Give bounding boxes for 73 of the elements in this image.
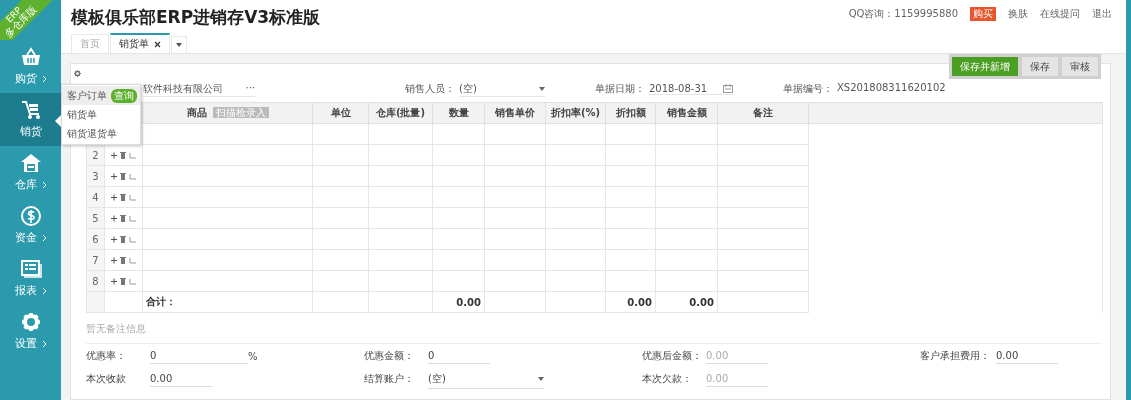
- more-button[interactable]: ···: [245, 81, 255, 96]
- table-cell: 6: [86, 228, 105, 250]
- nav-item[interactable]: 仓库: [0, 146, 61, 199]
- table-cell: 5: [86, 207, 105, 229]
- select-value: (空): [428, 371, 446, 386]
- nav-label: 资金: [14, 230, 37, 245]
- menu-label: 客户订单: [67, 88, 107, 103]
- menu-item[interactable]: 销货退货单: [62, 124, 140, 143]
- field-label: 优惠金额：: [364, 349, 415, 363]
- menu-item[interactable]: 客户订单 查询: [62, 86, 140, 105]
- column-header: 折扣率(%): [550, 107, 601, 118]
- menu-item[interactable]: 销货单: [62, 105, 140, 124]
- date-field[interactable]: 2018-08-31: [649, 83, 733, 95]
- action-button[interactable]: 保存: [1022, 57, 1058, 76]
- field-label: 优惠后金额：: [642, 349, 703, 363]
- nav-item[interactable]: 销货: [0, 93, 61, 146]
- field-label: 单据日期：: [595, 82, 645, 96]
- column-header: 单位: [330, 107, 351, 118]
- qq-contact: QQ咨询：1159995880: [848, 7, 958, 21]
- field-label: 本次收款: [86, 372, 127, 386]
- input-field[interactable]: 0: [150, 348, 248, 364]
- menu-label: 销货退货单: [67, 126, 117, 141]
- input-field[interactable]: 0.00: [996, 348, 1058, 364]
- header-link[interactable]: 换肤: [1008, 7, 1028, 21]
- table-cell: 8: [86, 270, 105, 292]
- nav-item[interactable]: 购货: [0, 40, 61, 93]
- field-label: 客户承担费用：: [920, 349, 991, 363]
- input-field[interactable]: 0: [428, 348, 490, 364]
- nav-item[interactable]: 设置: [0, 305, 61, 358]
- salesperson-select[interactable]: (空): [459, 81, 545, 97]
- nav-label: 报表: [14, 283, 37, 298]
- table-cell: 0.00: [432, 291, 485, 313]
- menu-label: 销货单: [67, 107, 97, 122]
- buy-badge[interactable]: 购买: [970, 7, 996, 21]
- column-header: 折扣额: [615, 107, 646, 118]
- table-cell: 0.00: [605, 291, 656, 313]
- field-label: 本次欠款：: [642, 372, 693, 386]
- table-cell: 合计：: [142, 291, 313, 313]
- column-header: 销售金额: [666, 107, 707, 118]
- input-field[interactable]: 0.00: [150, 371, 212, 387]
- tab[interactable]: 销货单: [110, 33, 170, 53]
- field-label: 优惠率：: [86, 349, 127, 363]
- nav-item[interactable]: 资金: [0, 199, 61, 252]
- unit-label: %: [248, 350, 258, 362]
- account-select[interactable]: (空): [428, 369, 544, 389]
- column-header: 仓库(批量): [375, 107, 426, 118]
- column-header: 备注: [753, 107, 773, 118]
- table-cell: 7: [86, 249, 105, 271]
- customer-field[interactable]: 软件科技有限公司 ···: [143, 81, 255, 97]
- table-cell: 4: [86, 186, 105, 208]
- nav-item[interactable]: 报表: [0, 252, 61, 305]
- document-number: XS201808311620102: [837, 82, 946, 95]
- nav-label: 销货: [19, 124, 42, 139]
- column-header: 数量: [448, 107, 469, 118]
- field-label: 结算账户：: [364, 372, 415, 386]
- app-title: 模板俱乐部ERP进销存V3标准版: [71, 6, 321, 29]
- header-link[interactable]: 退出: [1092, 7, 1112, 21]
- table-cell: 2: [86, 144, 105, 166]
- column-header: 商品: [186, 107, 207, 118]
- nav-label: 购货: [14, 71, 37, 86]
- select-value: (空): [459, 81, 477, 96]
- header-link[interactable]: 在线提问: [1040, 7, 1080, 21]
- customer-value: 软件科技有限公司: [143, 81, 223, 96]
- field-label: 销售人员：: [405, 82, 455, 96]
- table-cell: 3: [86, 165, 105, 187]
- action-button[interactable]: 保存并新增: [952, 57, 1018, 76]
- nav-label: 仓库: [14, 177, 37, 192]
- action-button[interactable]: 审核: [1062, 57, 1098, 76]
- table-cell: 0.00: [655, 291, 718, 313]
- date-value: 2018-08-31: [649, 83, 708, 94]
- field-label: 单据编号：: [783, 82, 833, 96]
- column-header: 销售单价: [495, 107, 535, 118]
- nav-label: 设置: [14, 336, 37, 351]
